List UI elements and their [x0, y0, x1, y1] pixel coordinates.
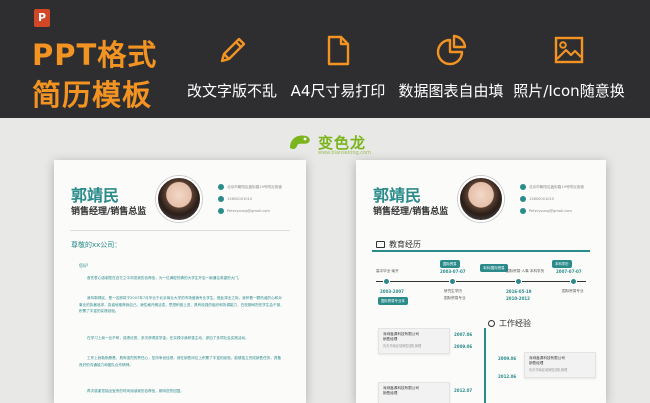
work-section-title: 工作经验 — [488, 318, 531, 329]
location-icon — [218, 184, 224, 190]
letter-paragraph: 工作上我勤勤恳恳，具有强烈的责任心，坚持争创佳绩。我在销售岗位上积累了丰富的经验… — [79, 356, 282, 367]
education-year: 2003-2007 — [380, 289, 404, 294]
education-year: 2016-05-19 — [506, 289, 532, 294]
contact-phone: 13800001010 — [218, 196, 252, 202]
pie-chart-icon — [436, 34, 467, 66]
contact-phone: 13800001010 — [520, 196, 554, 202]
education-year: 2010-2012 — [506, 296, 530, 301]
phone-icon — [218, 196, 224, 202]
resume-name: 郭靖民 — [71, 186, 120, 205]
work-year: 2009.06 — [454, 344, 473, 349]
work-year: 2009.06 — [498, 356, 517, 361]
education-year: 2003-07-07 — [440, 269, 466, 274]
promo-banner: P PPT格式 简历模板 改文字版不乱 A4尺寸易打印 数据图表自由填 照片/I… — [0, 0, 650, 118]
education-year: 2007-07-07 — [556, 269, 582, 274]
work-year: 2007.06 — [454, 332, 473, 337]
letter-paragraph: 在学习上我一丝不苟，成绩优秀，多次获得奖学金；在实践中我积极主动，参加了多项社会… — [87, 336, 249, 340]
letter-paragraph: 再次感谢您抽出宝贵的时间阅读我的自荐信，期待您的回复。 — [87, 389, 185, 393]
work-year: 2012.06 — [498, 374, 517, 379]
location-icon — [520, 184, 526, 190]
timeline-node — [449, 278, 456, 285]
book-icon — [376, 241, 385, 248]
phone-icon — [520, 196, 526, 202]
timeline-node — [383, 278, 390, 285]
contact-address: 北京市朝阳区鑫街路19号附近街道 — [218, 184, 282, 190]
work-timeline-axis — [484, 328, 486, 403]
education-note: 高中毕业·南开 — [376, 269, 399, 273]
email-icon — [520, 208, 526, 214]
contact-email: Peteryoung@gmail.com — [520, 208, 572, 214]
education-tag: 本科学历 — [552, 260, 572, 268]
brand-url: www.bianselong.com — [318, 150, 371, 156]
timeline-node — [515, 278, 522, 285]
letter-paragraph: 首先衷心感谢您在百忙之中浏览我的自荐信，为一位满腔热情的大学生开启一扇通往希望的… — [87, 276, 242, 280]
document-icon — [327, 35, 350, 66]
resume-name: 郭靖民 — [373, 186, 422, 205]
banner-title-line2: 简历模板 — [32, 78, 153, 112]
contact-address: 北京市朝阳区鑫街路19号附近街道 — [520, 184, 584, 190]
avatar — [458, 176, 504, 222]
education-note: 国际贸易专业 — [444, 296, 466, 300]
education-title-underline — [372, 250, 590, 252]
feature-photo-swap: 照片/Icon随意换 — [499, 30, 639, 101]
work-entry-card: 深圳鑫源科技有限公司 销售经理 负责华南区域销售团队管理 — [524, 352, 596, 378]
header-divider — [70, 230, 290, 231]
education-note: 国际贸易专业 — [562, 289, 584, 293]
work-entry-card: 深圳鑫源科技有限公司 销售经理 — [378, 382, 450, 403]
resume-page-cover-letter: 郭靖民 销售经理/销售总监 北京市朝阳区鑫街路19号附近街道 138000010… — [54, 160, 306, 403]
resume-job-title: 销售经理/销售总监 — [373, 207, 449, 217]
email-icon — [218, 208, 224, 214]
education-timeline — [376, 281, 586, 282]
avatar — [156, 176, 202, 222]
education-tag: 国际贸易专业本 — [378, 297, 408, 305]
image-icon — [554, 36, 584, 64]
person-icon — [488, 320, 495, 327]
timeline-node — [570, 278, 577, 285]
resume-job-title: 销售经理/销售总监 — [71, 207, 147, 217]
letter-salutation: 您好! — [79, 263, 89, 268]
letter-greeting: 尊敬的xx公司： — [71, 241, 122, 249]
brand-logo: 变色龙 www.bianselong.com — [288, 130, 388, 158]
pencil-icon — [220, 37, 246, 63]
education-tag: 本科/国际贸易 — [480, 264, 508, 272]
work-entry-card: 深圳鑫源科技有限公司 销售经理 负责华南区域销售团队管理 — [378, 328, 450, 354]
banner-title-line1: PPT格式 — [32, 38, 158, 72]
feature-label: 照片/Icon随意换 — [513, 82, 625, 100]
letter-paragraph: 我叫郭靖民，是一名即将于2007年7月毕业于北京商业大学的市场营销专业学生。借此… — [79, 296, 284, 314]
education-note: 国际贸易·人事 本科学历 — [506, 269, 545, 273]
contact-email: Peteryoung@gmail.com — [218, 208, 270, 214]
education-tag: 国际贸易 — [440, 260, 460, 268]
work-year: 2012.07 — [454, 388, 473, 393]
chameleon-logo-icon — [290, 135, 310, 150]
education-note: 研究生学历 — [444, 289, 462, 293]
powerpoint-logo-icon: P — [34, 9, 50, 27]
resume-page-experience: 郭靖民 销售经理/销售总监 北京市朝阳区鑫街路19号附近街道 138000010… — [356, 160, 606, 403]
education-section-title: 教育经历 — [376, 239, 421, 250]
